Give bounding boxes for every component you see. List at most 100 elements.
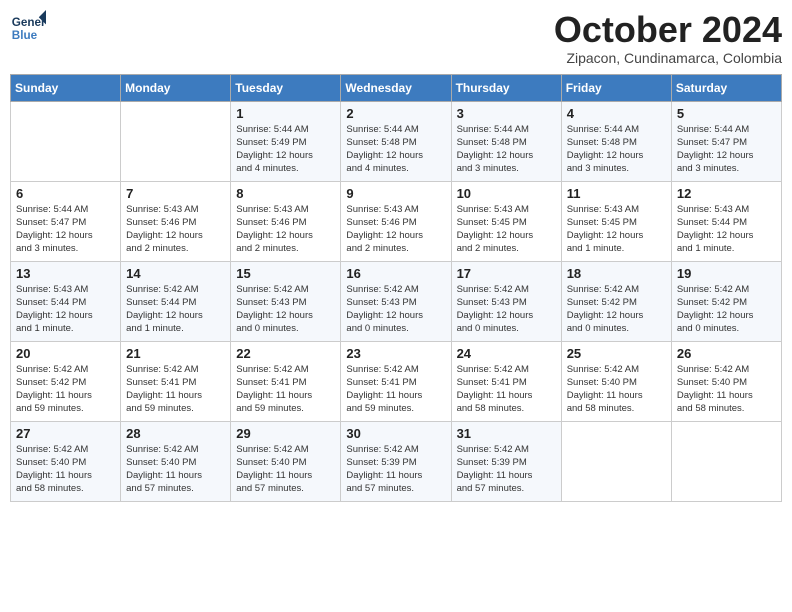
- cell-info: Sunrise: 5:44 AM Sunset: 5:48 PM Dayligh…: [346, 123, 445, 176]
- day-number: 28: [126, 426, 225, 441]
- svg-text:Blue: Blue: [12, 29, 38, 42]
- header-tuesday: Tuesday: [231, 74, 341, 101]
- cell-info: Sunrise: 5:42 AM Sunset: 5:43 PM Dayligh…: [236, 283, 335, 336]
- cell-info: Sunrise: 5:44 AM Sunset: 5:47 PM Dayligh…: [677, 123, 776, 176]
- calendar-cell: 13Sunrise: 5:43 AM Sunset: 5:44 PM Dayli…: [11, 261, 121, 341]
- day-number: 25: [567, 346, 666, 361]
- day-number: 9: [346, 186, 445, 201]
- header-monday: Monday: [121, 74, 231, 101]
- calendar-cell: 22 Sunrise: 5:42 AM Sunset: 5:41 PM Dayli…: [231, 341, 341, 421]
- cell-info: Sunrise: 5:44 AM Sunset: 5:49 PM Dayligh…: [236, 123, 335, 176]
- day-number: 23: [346, 346, 445, 361]
- calendar-cell: 2 Sunrise: 5:44 AM Sunset: 5:48 PM Daylig…: [341, 101, 451, 181]
- cell-info: Sunrise: 5:44 AM Sunset: 5:48 PM Dayligh…: [457, 123, 556, 176]
- calendar-cell: 17 Sunrise: 5:42 AM Sunset: 5:43 PM Dayli…: [451, 261, 561, 341]
- calendar-cell: 10 Sunrise: 5:43 AM Sunset: 5:45 PM Dayli…: [451, 181, 561, 261]
- day-number: 19: [677, 266, 776, 281]
- cell-info: Sunrise: 5:42 AM Sunset: 5:40 PM Dayligh…: [126, 443, 225, 496]
- calendar-cell: 21 Sunrise: 5:42 AM Sunset: 5:41 PM Dayli…: [121, 341, 231, 421]
- day-number: 18: [567, 266, 666, 281]
- calendar-cell: 14Sunrise: 5:42 AM Sunset: 5:44 PM Dayli…: [121, 261, 231, 341]
- calendar-week-row: 1 Sunrise: 5:44 AM Sunset: 5:49 PM Daylig…: [11, 101, 782, 181]
- day-number: 27: [16, 426, 115, 441]
- cell-info: Sunrise: 5:42 AM Sunset: 5:42 PM Dayligh…: [567, 283, 666, 336]
- cell-info: Sunrise: 5:42 AM Sunset: 5:42 PM Dayligh…: [677, 283, 776, 336]
- day-number: 14: [126, 266, 225, 281]
- day-number: 24: [457, 346, 556, 361]
- calendar-cell: 12 Sunrise: 5:43 AM Sunset: 5:44 PM Dayli…: [671, 181, 781, 261]
- day-number: 20: [16, 346, 115, 361]
- logo: General Blue: [10, 10, 46, 46]
- calendar-cell: 8 Sunrise: 5:43 AM Sunset: 5:46 PM Daylig…: [231, 181, 341, 261]
- month-title: October 2024: [554, 10, 782, 50]
- calendar-body: 1 Sunrise: 5:44 AM Sunset: 5:49 PM Daylig…: [11, 101, 782, 501]
- calendar-cell: 11Sunrise: 5:43 AM Sunset: 5:45 PM Dayli…: [561, 181, 671, 261]
- cell-info: Sunrise: 5:42 AM Sunset: 5:39 PM Dayligh…: [346, 443, 445, 496]
- cell-info: Sunrise: 5:43 AM Sunset: 5:45 PM Dayligh…: [457, 203, 556, 256]
- calendar-cell: 29 Sunrise: 5:42 AM Sunset: 5:40 PM Dayli…: [231, 421, 341, 501]
- day-number: 21: [126, 346, 225, 361]
- day-number: 26: [677, 346, 776, 361]
- calendar-cell: 26 Sunrise: 5:42 AM Sunset: 5:40 PM Dayli…: [671, 341, 781, 421]
- cell-info: Sunrise: 5:42 AM Sunset: 5:41 PM Dayligh…: [457, 363, 556, 416]
- calendar-cell: 27 Sunrise: 5:42 AM Sunset: 5:40 PM Dayli…: [11, 421, 121, 501]
- day-number: 12: [677, 186, 776, 201]
- calendar-cell: [11, 101, 121, 181]
- header-sunday: Sunday: [11, 74, 121, 101]
- calendar-cell: [671, 421, 781, 501]
- cell-info: Sunrise: 5:42 AM Sunset: 5:40 PM Dayligh…: [16, 443, 115, 496]
- calendar-cell: 15 Sunrise: 5:42 AM Sunset: 5:43 PM Dayli…: [231, 261, 341, 341]
- day-number: 8: [236, 186, 335, 201]
- calendar-cell: 18 Sunrise: 5:42 AM Sunset: 5:42 PM Dayli…: [561, 261, 671, 341]
- day-number: 29: [236, 426, 335, 441]
- day-number: 16: [346, 266, 445, 281]
- day-number: 7: [126, 186, 225, 201]
- calendar-week-row: 20 Sunrise: 5:42 AM Sunset: 5:42 PM Dayli…: [11, 341, 782, 421]
- day-number: 30: [346, 426, 445, 441]
- cell-info: Sunrise: 5:43 AM Sunset: 5:46 PM Dayligh…: [236, 203, 335, 256]
- calendar-header-row: SundayMondayTuesdayWednesdayThursdayFrid…: [11, 74, 782, 101]
- day-number: 15: [236, 266, 335, 281]
- day-number: 6: [16, 186, 115, 201]
- page-header: General Blue October 2024 Zipacon, Cundi…: [10, 10, 782, 66]
- calendar-cell: 19 Sunrise: 5:42 AM Sunset: 5:42 PM Dayli…: [671, 261, 781, 341]
- cell-info: Sunrise: 5:42 AM Sunset: 5:39 PM Dayligh…: [457, 443, 556, 496]
- cell-info: Sunrise: 5:42 AM Sunset: 5:43 PM Dayligh…: [457, 283, 556, 336]
- header-thursday: Thursday: [451, 74, 561, 101]
- calendar-cell: 30 Sunrise: 5:42 AM Sunset: 5:39 PM Dayli…: [341, 421, 451, 501]
- calendar-cell: 24 Sunrise: 5:42 AM Sunset: 5:41 PM Dayli…: [451, 341, 561, 421]
- day-number: 1: [236, 106, 335, 121]
- calendar-cell: 1 Sunrise: 5:44 AM Sunset: 5:49 PM Daylig…: [231, 101, 341, 181]
- subtitle: Zipacon, Cundinamarca, Colombia: [554, 50, 782, 66]
- cell-info: Sunrise: 5:42 AM Sunset: 5:41 PM Dayligh…: [126, 363, 225, 416]
- cell-info: Sunrise: 5:42 AM Sunset: 5:42 PM Dayligh…: [16, 363, 115, 416]
- calendar-cell: 25Sunrise: 5:42 AM Sunset: 5:40 PM Dayli…: [561, 341, 671, 421]
- header-saturday: Saturday: [671, 74, 781, 101]
- day-number: 13: [16, 266, 115, 281]
- day-number: 5: [677, 106, 776, 121]
- calendar-cell: 4Sunrise: 5:44 AM Sunset: 5:48 PM Daylig…: [561, 101, 671, 181]
- day-number: 31: [457, 426, 556, 441]
- day-number: 2: [346, 106, 445, 121]
- cell-info: Sunrise: 5:42 AM Sunset: 5:40 PM Dayligh…: [677, 363, 776, 416]
- calendar-cell: 6 Sunrise: 5:44 AM Sunset: 5:47 PM Daylig…: [11, 181, 121, 261]
- calendar-cell: 7Sunrise: 5:43 AM Sunset: 5:46 PM Daylig…: [121, 181, 231, 261]
- calendar-cell: [121, 101, 231, 181]
- day-number: 10: [457, 186, 556, 201]
- cell-info: Sunrise: 5:44 AM Sunset: 5:47 PM Dayligh…: [16, 203, 115, 256]
- header-friday: Friday: [561, 74, 671, 101]
- calendar-week-row: 27 Sunrise: 5:42 AM Sunset: 5:40 PM Dayli…: [11, 421, 782, 501]
- calendar-table: SundayMondayTuesdayWednesdayThursdayFrid…: [10, 74, 782, 502]
- cell-info: Sunrise: 5:43 AM Sunset: 5:44 PM Dayligh…: [677, 203, 776, 256]
- cell-info: Sunrise: 5:42 AM Sunset: 5:43 PM Dayligh…: [346, 283, 445, 336]
- calendar-cell: 20 Sunrise: 5:42 AM Sunset: 5:42 PM Dayli…: [11, 341, 121, 421]
- cell-info: Sunrise: 5:42 AM Sunset: 5:41 PM Dayligh…: [236, 363, 335, 416]
- calendar-week-row: 13Sunrise: 5:43 AM Sunset: 5:44 PM Dayli…: [11, 261, 782, 341]
- day-number: 22: [236, 346, 335, 361]
- day-number: 17: [457, 266, 556, 281]
- calendar-cell: 31 Sunrise: 5:42 AM Sunset: 5:39 PM Dayli…: [451, 421, 561, 501]
- calendar-cell: 9Sunrise: 5:43 AM Sunset: 5:46 PM Daylig…: [341, 181, 451, 261]
- calendar-cell: 23Sunrise: 5:42 AM Sunset: 5:41 PM Dayli…: [341, 341, 451, 421]
- calendar-cell: 28 Sunrise: 5:42 AM Sunset: 5:40 PM Dayli…: [121, 421, 231, 501]
- cell-info: Sunrise: 5:42 AM Sunset: 5:40 PM Dayligh…: [236, 443, 335, 496]
